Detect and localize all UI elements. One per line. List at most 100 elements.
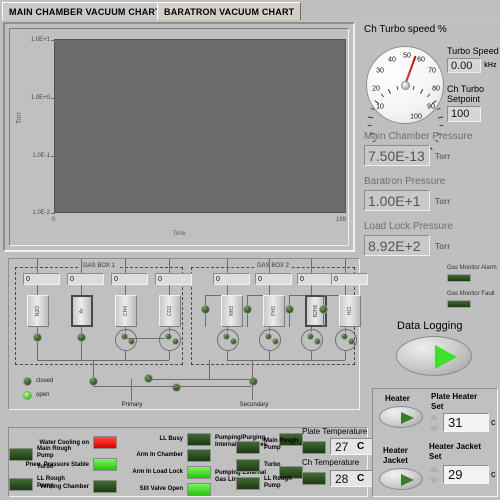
gb1-ch2-mfc[interactable]: Ar: [71, 295, 93, 327]
primary-label: Primary: [121, 402, 143, 408]
heater-jacket-stepper-down-icon[interactable]: [429, 478, 439, 484]
gas-box-1-title: GAS BOX 1: [79, 263, 119, 269]
gb2-ch1-setpoint[interactable]: 0: [213, 273, 250, 285]
heater-jacket-toggle-button[interactable]: [379, 468, 423, 490]
gb1-ch1-gas-label: N2O: [35, 305, 41, 317]
gb1-ch3-mfc[interactable]: CH4: [115, 295, 137, 327]
gb1-ch2-gas-label: Ar: [79, 308, 85, 314]
gas-monitor-alarm-label: Gas Monitor Alarm: [447, 265, 497, 271]
gb1-ch1-inlet-line: [37, 259, 38, 273]
gb1-ch4-line-a: [169, 285, 170, 295]
heater-jacket-stepper[interactable]: [429, 465, 440, 485]
gb2-ch4-gas-label: HCl: [347, 306, 353, 316]
gb1-ch4-valve-led-b[interactable]: [172, 338, 179, 345]
gb2-ch2-setpoint[interactable]: 0: [255, 273, 292, 285]
heater-jacket-set-label-line2: Set: [429, 452, 442, 461]
ch-turbo-setpoint-input[interactable]: 100: [447, 106, 481, 122]
gb1-ch1-mfc[interactable]: N2O: [27, 295, 49, 327]
gb2-ch4-setpoint[interactable]: 0: [331, 273, 368, 285]
gb1-ch3-line-c: [125, 351, 126, 360]
plate-heater-set-label-line1: Plate Heater: [431, 392, 478, 401]
gas-box-2-title: GAS BOX 2: [253, 263, 293, 269]
gb2-ch1-valve-led-a[interactable]: [223, 333, 230, 340]
gb2-ch1-mfc[interactable]: NH3: [221, 295, 243, 327]
gb1-rail: [37, 360, 169, 361]
heater-jacket-set-label-line1: Heater Jacket: [429, 442, 482, 451]
data-logging-title: Data Logging: [397, 320, 463, 332]
plate-heater-set-input[interactable]: 31: [443, 413, 489, 432]
status-arm-in-chamber-label: Arm In Chamber: [136, 452, 183, 458]
ch-turbo-setpoint-label-line1: Ch Turbo: [447, 84, 485, 94]
load-lock-pressure-unit: Torr: [435, 242, 451, 251]
gb2-ch2-line-c: [269, 351, 270, 360]
gauge-label-80: 80: [432, 85, 440, 93]
gb2-ch3-gas-label: B2H6: [313, 304, 319, 318]
heater-jacket-stepper-up-icon[interactable]: [429, 466, 439, 472]
chart-ytick-mark-0: [51, 40, 55, 41]
gb1-ch3-line-a: [125, 285, 126, 295]
gb2-ch2-mfc[interactable]: PH3: [263, 295, 285, 327]
gb1-ch1-setpoint[interactable]: 0: [23, 273, 60, 285]
gb2-ch4-bypass-led[interactable]: [319, 305, 328, 314]
gb2-ch3-valve-led-b[interactable]: [314, 338, 321, 345]
primary-valve-led-1[interactable]: [89, 377, 98, 386]
gb2-ch2-bypass-led[interactable]: [243, 305, 252, 314]
heater-panel: Heater Plate Heater Set 31 c Heater Jack…: [372, 388, 498, 497]
gb1-ch4-gas-label: CO2: [167, 305, 173, 317]
primary-valve-led-3[interactable]: [172, 383, 181, 392]
gb1-ch3-setpoint[interactable]: 0: [111, 273, 148, 285]
tab-main-chamber-vacuum-chart[interactable]: MAIN CHAMBER VACUUM CHART: [2, 2, 168, 21]
chart-xtick-max: 199: [336, 217, 347, 223]
legend-closed-led: [23, 377, 32, 386]
gb1-ch3-valve-led-b[interactable]: [128, 338, 135, 345]
plate-heater-stepper[interactable]: [429, 413, 440, 433]
gb2-ch4-valve-led-b[interactable]: [348, 338, 355, 345]
tab-baratron-vacuum-chart[interactable]: BARATRON VACUUM CHART: [157, 2, 302, 21]
vacuum-chart[interactable]: 1.0E+1 1.0E+0 1.0E-1 1.0E-2 Torr 0 199 T…: [3, 22, 355, 252]
plate-heater-set-label-line2: Set: [431, 402, 444, 411]
gb2-ch1-gas-label: NH3: [229, 305, 235, 317]
heater-jacket-set-input[interactable]: 29: [443, 465, 489, 484]
status-main-rough-pump-indicator: [236, 441, 260, 454]
gb1-ch2-inlet-line: [81, 259, 82, 273]
gb1-ch2-setpoint[interactable]: 0: [67, 273, 104, 285]
gb2-ch4-mfc[interactable]: HCl: [339, 295, 361, 327]
gas-monitor-fault-led: [447, 300, 471, 308]
chart-xtick-min: 0: [52, 217, 56, 223]
gb2-ch3-setpoint[interactable]: 0: [297, 273, 334, 285]
chart-y-axis-label: Torr: [16, 111, 23, 124]
status-main-rough-pump-led: [9, 448, 33, 461]
tab-bar: MAIN CHAMBER VACUUM CHART BARATRON VACUU…: [0, 0, 500, 22]
turbo-speed-gauge[interactable]: 10 20 30 40 50 60 70 80 90 100: [366, 46, 444, 151]
status-slit-valve-open-led: [187, 483, 211, 496]
chart-plot-area[interactable]: 1.0E+1 1.0E+0 1.0E-1 1.0E-2: [31, 37, 346, 216]
gb1-ch4-valve-led-a[interactable]: [165, 333, 172, 340]
gb2-ch3-inlet-line: [311, 259, 312, 273]
gb2-ch4-valve-led-a[interactable]: [341, 333, 348, 340]
gb2-ch3-bypass-top: [289, 295, 305, 296]
gb1-ch1-valve-led[interactable]: [33, 333, 42, 342]
status-arm-in-chamber-led: [187, 449, 211, 462]
gb2-ch3-valve-led-a[interactable]: [307, 333, 314, 340]
gb2-ch2-valve-led-a[interactable]: [265, 333, 272, 340]
gb2-ch1-bypass-led[interactable]: [201, 305, 210, 314]
gauge-label-100: 100: [410, 113, 422, 121]
gb1-ch4-setpoint[interactable]: 0: [155, 273, 192, 285]
gb1-ch2-line-c: [81, 342, 82, 360]
gb1-ch2-valve-led[interactable]: [77, 333, 86, 342]
gb1-ch2-line-a: [81, 285, 82, 295]
data-logging-button[interactable]: [396, 336, 472, 376]
gb2-ch4-line-c: [345, 351, 346, 360]
ch-temperature-label: Ch Temperature: [302, 458, 360, 467]
status-water-cooling-led: [93, 436, 117, 449]
gb2-ch3-line-c: [311, 351, 312, 360]
plate-heater-stepper-up-icon[interactable]: [429, 414, 439, 420]
legend-open-led: [23, 391, 32, 400]
gb2-ch1-valve-led-b[interactable]: [230, 338, 237, 345]
load-lock-pressure-label: Load Lock Pressure: [364, 221, 453, 232]
gb2-ch3-bypass-led[interactable]: [285, 305, 294, 314]
heater-toggle-button[interactable]: [379, 406, 423, 428]
gb2-ch2-valve-led-b[interactable]: [272, 338, 279, 345]
plate-heater-stepper-down-icon[interactable]: [429, 426, 439, 432]
gb1-ch4-mfc[interactable]: CO2: [159, 295, 181, 327]
